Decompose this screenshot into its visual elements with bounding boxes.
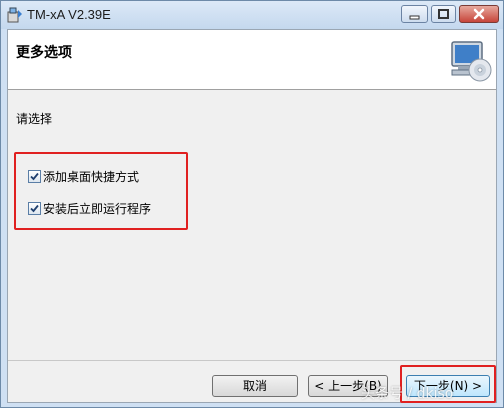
cancel-button[interactable]: 取消 <box>212 375 298 397</box>
maximize-button[interactable] <box>431 5 456 23</box>
checkbox-run-after-install[interactable] <box>28 202 41 215</box>
maximize-icon <box>438 9 449 19</box>
checkmark-icon <box>30 172 39 181</box>
window-title: TM-xA V2.39E <box>27 7 111 22</box>
dialog-client-area: 更多选项 请选择 添加桌面快捷方式 安装后立即运行程序 取消 < 上一步(B) … <box>7 29 497 403</box>
title-bar[interactable]: TM-xA V2.39E <box>1 1 503 29</box>
highlight-box-options <box>14 152 188 230</box>
installer-icon <box>7 7 22 23</box>
option-run-after-install[interactable]: 安装后立即运行程序 <box>28 200 151 217</box>
minimize-icon <box>409 15 420 20</box>
page-title: 更多选项 <box>16 45 72 61</box>
close-icon <box>473 8 485 20</box>
installer-window: TM-xA V2.39E 更多选项 请选择 添加桌面快捷方式 安装后立即运行程序… <box>0 0 504 408</box>
minimize-button[interactable] <box>401 5 428 23</box>
dialog-header: 更多选项 <box>8 30 496 90</box>
close-button[interactable] <box>459 5 499 23</box>
footer-divider <box>8 360 496 361</box>
option-desktop-shortcut[interactable]: 添加桌面快捷方式 <box>28 168 139 185</box>
watermark: 头条号 / dkiso <box>361 386 454 402</box>
prompt-label: 请选择 <box>16 112 53 126</box>
checkmark-icon <box>30 204 39 213</box>
option-label-desktop-shortcut: 添加桌面快捷方式 <box>43 170 140 184</box>
option-label-run-after-install: 安装后立即运行程序 <box>43 202 152 216</box>
computer-cd-icon <box>451 41 492 82</box>
checkbox-desktop-shortcut[interactable] <box>28 170 41 183</box>
